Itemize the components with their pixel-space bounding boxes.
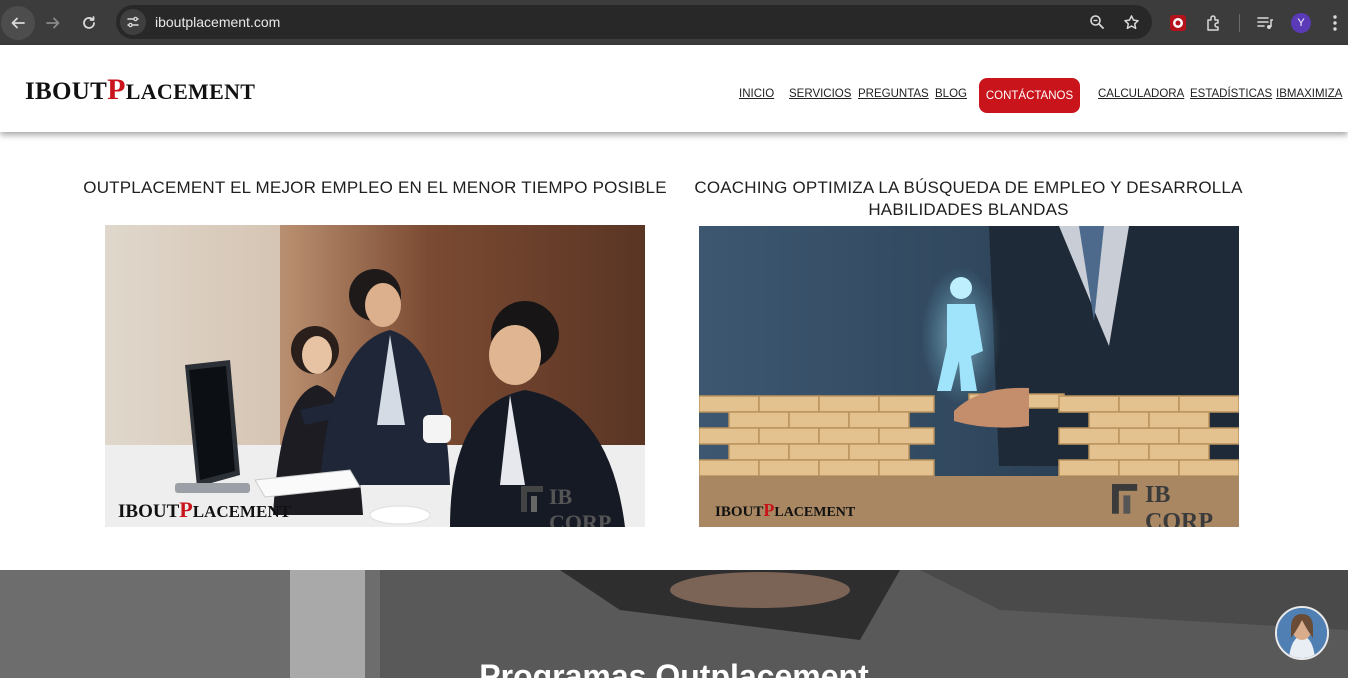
photo-watermark-logo-2: IBOUTPLACEMENT xyxy=(715,500,856,520)
site-info-icon xyxy=(127,16,139,28)
nav-blog[interactable]: BLOG xyxy=(935,88,967,100)
office-meeting-image xyxy=(105,225,645,527)
main-nav: INICIO SERVICIOS PREGUNTAS BLOG CONTÁCTA… xyxy=(0,78,1348,114)
coaching-photo[interactable]: IBOUTPLACEMENT IB CORP xyxy=(699,226,1239,527)
menu-dots-icon xyxy=(1333,14,1337,31)
puzzle-icon xyxy=(1207,14,1219,31)
nav-preguntas[interactable]: PREGUNTAS xyxy=(858,88,929,100)
reload-icon xyxy=(83,15,95,29)
profile-avatar: Y xyxy=(1291,12,1311,33)
toolbar-separator xyxy=(1239,13,1240,32)
forward-arrow-icon xyxy=(46,17,60,28)
programs-heading: Programas Outplacement xyxy=(479,658,869,678)
extension-icon xyxy=(1170,14,1186,31)
zoom-icon[interactable] xyxy=(1089,14,1105,30)
media-icon xyxy=(1257,16,1273,29)
extension-button[interactable] xyxy=(1165,10,1191,36)
assistant-avatar-icon xyxy=(1277,608,1327,658)
ibcorp-text-2: IB CORP xyxy=(1145,482,1213,527)
extensions-button[interactable] xyxy=(1201,10,1227,36)
ibcorp-text: IB CORP xyxy=(549,484,612,527)
site-info-button[interactable] xyxy=(120,9,146,35)
nav-calculadora[interactable]: CALCULADORA xyxy=(1098,88,1184,100)
ibcorp-mark-icon xyxy=(1112,484,1138,514)
site-header: IBOUTPLACEMENT INICIO SERVICIOS PREGUNTA… xyxy=(0,45,1348,132)
nav-inicio[interactable]: INICIO xyxy=(739,88,774,100)
ibcorp-logo-2: IB CORP xyxy=(1112,482,1230,527)
browser-menu-button[interactable] xyxy=(1322,10,1348,36)
programs-section: Programas Outplacement xyxy=(0,570,1348,678)
photo-watermark-logo: IBOUTPLACEMENT xyxy=(118,497,291,522)
browser-actions: Y xyxy=(1165,0,1348,45)
nav-contactanos-button[interactable]: CONTÁCTANOS xyxy=(979,78,1080,113)
browser-toolbar: iboutplacement.com Y xyxy=(0,0,1348,45)
nav-servicios[interactable]: SERVICIOS xyxy=(789,88,851,100)
back-button[interactable] xyxy=(1,5,35,40)
nav-ibmaximiza[interactable]: IBMAXIMIZA xyxy=(1276,88,1342,100)
forward-button[interactable] xyxy=(35,5,71,41)
nav-estadisticas[interactable]: ESTADÍSTICAS xyxy=(1190,88,1272,100)
url-text[interactable]: iboutplacement.com xyxy=(155,14,280,30)
outplacement-photo[interactable]: IBOUTPLACEMENT IB CORP xyxy=(105,225,645,527)
ibcorp-logo: IB CORP xyxy=(521,484,621,527)
address-bar[interactable]: iboutplacement.com xyxy=(116,5,1152,39)
card-title-outplacement: OUTPLACEMENT EL MEJOR EMPLEO EN EL MENOR… xyxy=(83,178,667,197)
chat-widget-button[interactable] xyxy=(1275,606,1329,660)
profile-button[interactable]: Y xyxy=(1288,10,1314,36)
ibcorp-mark-icon xyxy=(521,486,543,512)
bookmark-star-icon[interactable] xyxy=(1123,14,1140,31)
card-title-coaching: COACHING OPTIMIZA LA BÚSQUEDA DE EMPLEO … xyxy=(694,178,1243,219)
media-button[interactable] xyxy=(1252,10,1278,36)
reload-button[interactable] xyxy=(71,5,107,41)
back-arrow-icon xyxy=(11,17,25,28)
